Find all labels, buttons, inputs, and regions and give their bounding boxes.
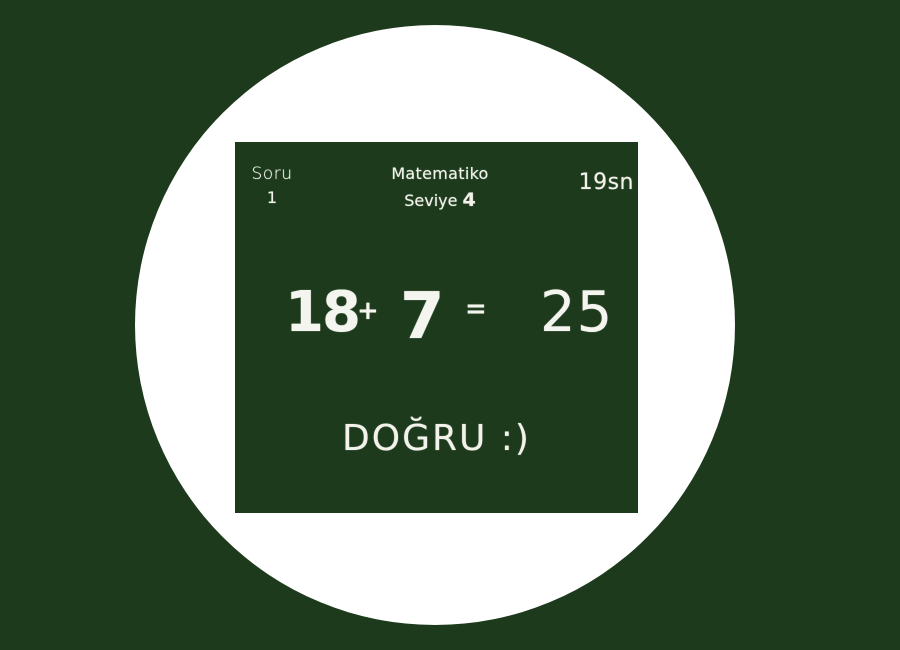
app-title: Matematiko [391,164,489,183]
equals-sign: = [465,294,487,324]
level-label: Seviye [404,191,458,210]
question-number: 1 [266,188,278,207]
math-equation: 18 + 7 = 25 [235,280,638,354]
level-number: 4 [462,189,476,211]
result-message: DOĞRU :) [342,418,531,459]
game-title-block: Matematiko Seviye 4 [365,161,515,214]
countdown-timer: 19sn [578,170,634,195]
question-label: Soru [251,164,293,184]
level-indicator: Seviye 4 [365,187,515,214]
operand-b: 7 [400,280,445,354]
answer-value: 25 [540,280,614,345]
question-counter: Soru 1 [247,162,297,210]
operand-a: 18 [285,280,361,345]
chalkboard: Soru 1 Matematiko Seviye 4 19sn 18 + 7 =… [235,142,638,513]
operator-sign: + [357,296,379,326]
